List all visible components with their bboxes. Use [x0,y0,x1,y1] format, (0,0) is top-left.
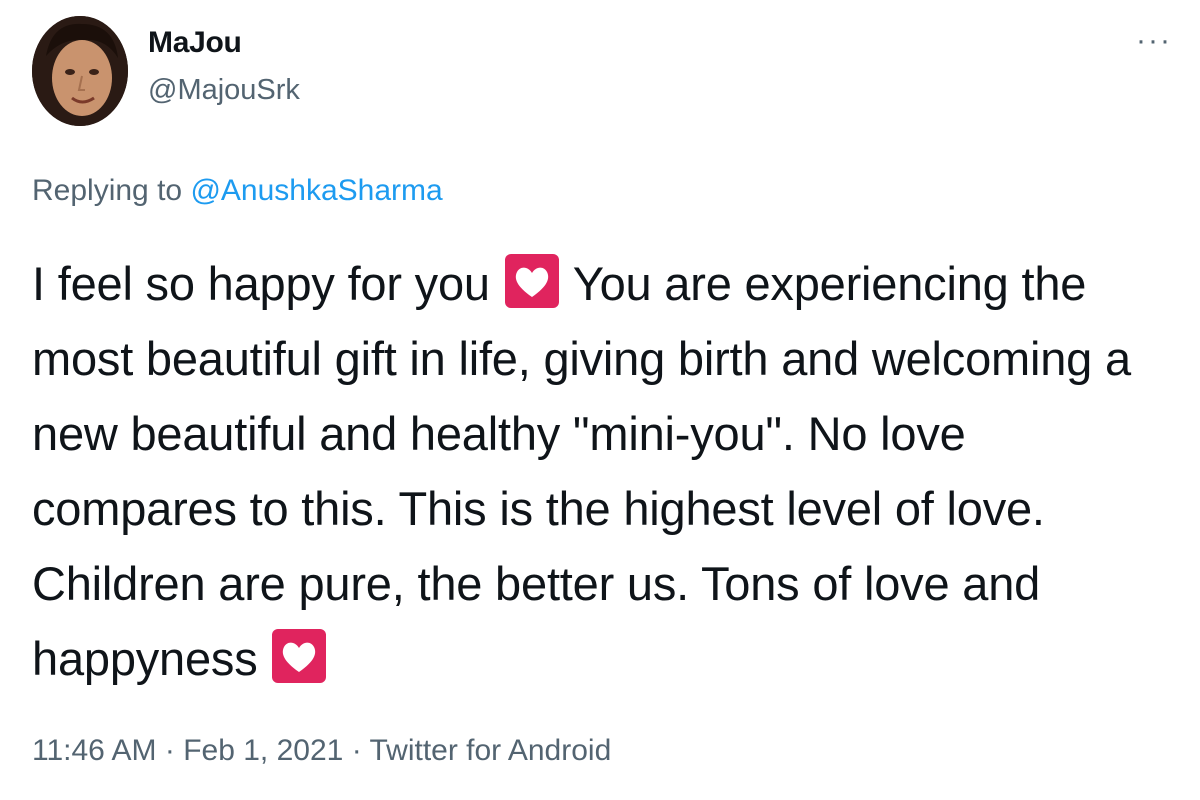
ellipsis-icon[interactable]: ··· [1136,24,1172,58]
avatar[interactable] [32,16,128,126]
white-heart-emoji-icon [504,254,559,308]
tweet-source[interactable]: Twitter for Android [369,734,611,767]
tweet-date[interactable]: Feb 1, 2021 [183,734,343,767]
replying-to-label: Replying to [32,174,183,207]
meta-separator: · [351,734,362,767]
white-heart-emoji-icon [272,629,327,683]
tweet-time[interactable]: 11:46 AM [32,734,157,767]
tweet-text-part-2: You are experiencing the most beautiful … [32,257,1131,685]
replying-to: Replying to @AnushkaSharma [32,174,443,208]
meta-separator: · [164,734,175,767]
profile-photo-icon [32,16,128,126]
user-handle[interactable]: @MajouSrk [148,74,300,107]
reply-mention-link[interactable]: @AnushkaSharma [190,174,442,207]
tweet-text-part-1: I feel so happy for you [32,257,490,310]
tweet-text: I feel so happy for you You are experien… [32,246,1172,696]
display-name[interactable]: MaJou [148,26,242,60]
tweet-meta: 11:46 AM · Feb 1, 2021 · Twitter for And… [32,734,611,768]
tweet-card: MaJou @MajouSrk ··· Replying to @Anushka… [0,0,1200,800]
